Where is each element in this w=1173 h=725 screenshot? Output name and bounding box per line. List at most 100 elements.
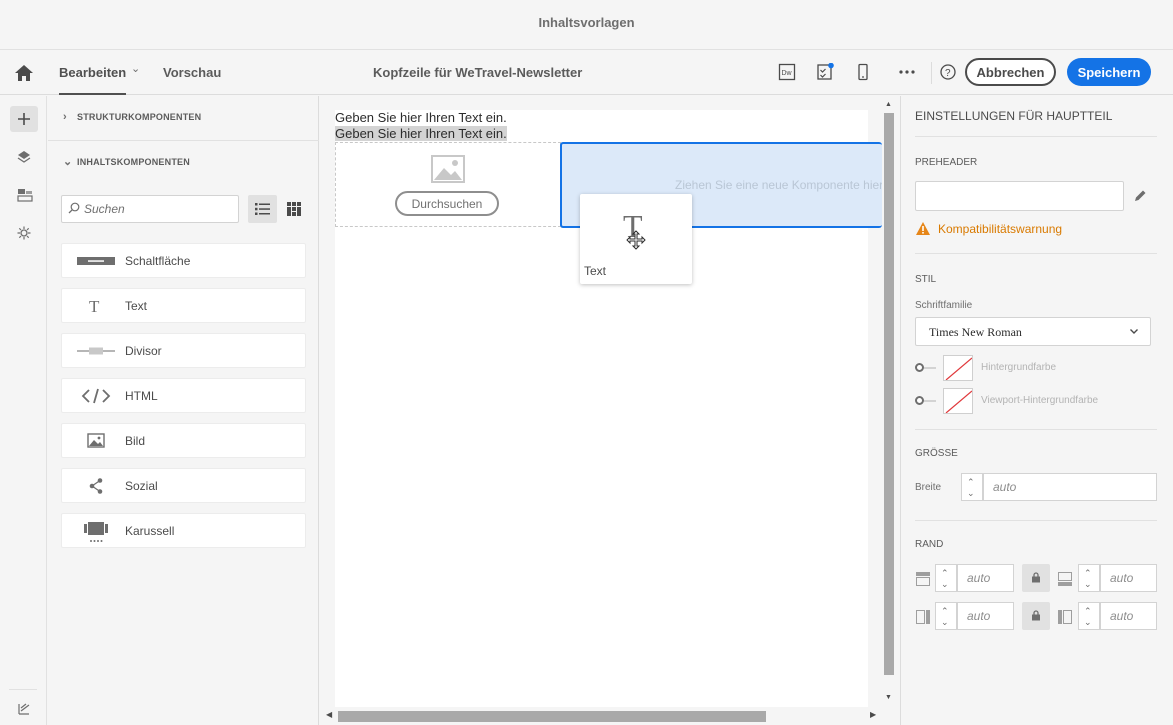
browse-button[interactable]: Durchsuchen — [395, 191, 499, 216]
preheader-input[interactable] — [915, 181, 1124, 211]
move-cursor-icon — [626, 230, 646, 250]
margin-bottom-icon — [1058, 572, 1072, 586]
background-color-swatch[interactable] — [943, 355, 973, 381]
scroll-down-icon[interactable]: ▼ — [885, 694, 892, 701]
chevron-down-icon: ⌄ — [63, 156, 73, 168]
text-block[interactable]: Geben Sie hier Ihren Text ein. — [335, 110, 507, 125]
dreamweaver-icon[interactable]: Dw — [778, 63, 796, 81]
horizontal-scroll-thumb[interactable] — [338, 711, 766, 722]
share-icon — [76, 477, 116, 495]
viewport-background-label: Viewport-Hintergrundfarbe — [981, 395, 1099, 406]
font-family-select[interactable]: Times New Roman — [915, 317, 1151, 346]
component-button[interactable]: Schaltfläche — [61, 243, 306, 278]
margin-lock-horizontal[interactable] — [1022, 602, 1050, 630]
grid-view-toggle[interactable] — [281, 195, 307, 223]
search-input[interactable] — [61, 195, 239, 223]
margin-top-input[interactable] — [957, 564, 1014, 592]
settings-icon[interactable] — [10, 220, 38, 246]
settings-panel: EINSTELLUNGEN FÜR HAUPTTEIL PREHEADER Ko… — [900, 96, 1173, 725]
rail-divider — [9, 689, 37, 690]
document-title: Kopfzeile für WeTravel-Newsletter — [373, 65, 583, 80]
margin-top-icon — [916, 572, 930, 586]
margin-right-input[interactable] — [1100, 602, 1157, 630]
component-image[interactable]: Bild — [61, 423, 306, 458]
content-section-header[interactable]: ⌄ INHALTSKOMPONENTEN — [63, 152, 190, 172]
component-social[interactable]: Sozial — [61, 468, 306, 503]
width-stepper[interactable]: ⌃ ⌄ — [961, 473, 983, 501]
preheader-label: PREHEADER — [915, 157, 978, 168]
viewport-background-toggle[interactable] — [915, 396, 937, 406]
dragged-component-text[interactable]: T Text — [580, 194, 692, 284]
drop-hint: Ziehen Sie eine neue Komponente hierher — [675, 178, 882, 192]
chevron-right-icon: › — [63, 111, 67, 123]
vertical-scroll-thumb[interactable] — [884, 113, 894, 675]
add-icon[interactable] — [10, 106, 38, 132]
margin-lock-vertical[interactable] — [1022, 564, 1050, 592]
background-color-label: Hintergrundfarbe — [981, 362, 1057, 373]
text-icon: T — [76, 297, 116, 316]
layers-icon[interactable] — [10, 144, 38, 170]
fragments-icon[interactable] — [10, 182, 38, 208]
margin-bottom-input[interactable] — [1100, 564, 1157, 592]
grid-view-icon — [287, 202, 301, 216]
cancel-button[interactable]: Abbrechen — [965, 58, 1056, 86]
size-label: GRÖSSE — [915, 448, 958, 459]
lock-icon — [1032, 610, 1040, 621]
viewport-background-swatch[interactable] — [943, 388, 973, 414]
component-carousel[interactable]: Karussell — [61, 513, 306, 548]
carousel-icon — [76, 522, 116, 542]
margin-right-icon — [1058, 610, 1072, 624]
section-divider — [48, 140, 319, 141]
margin-label: RAND — [915, 539, 944, 550]
margin-left-icon — [916, 610, 930, 624]
svg-text:Dw: Dw — [782, 70, 793, 77]
width-input[interactable] — [983, 473, 1157, 501]
svg-text:T: T — [89, 297, 100, 315]
help-icon[interactable]: ? — [939, 63, 957, 81]
component-divider[interactable]: Divisor — [61, 333, 306, 368]
component-html[interactable]: HTML — [61, 378, 306, 413]
margin-right-stepper[interactable]: ⌃ ⌄ — [1078, 602, 1100, 630]
divider — [915, 429, 1157, 430]
window-title: Inhaltsvorlagen — [0, 0, 1173, 50]
button-icon — [76, 252, 116, 270]
scroll-up-icon[interactable]: ▲ — [885, 101, 892, 108]
search-icon — [68, 202, 80, 214]
list-view-icon — [255, 203, 270, 215]
more-icon[interactable] — [898, 63, 916, 81]
compatibility-warning[interactable]: Kompatibilitätswarnung — [938, 222, 1062, 236]
width-label: Breite — [915, 482, 942, 493]
style-label: STIL — [915, 274, 937, 285]
mobile-icon[interactable] — [854, 63, 872, 81]
chevron-down-icon[interactable]: ⌄ — [131, 62, 140, 75]
learn-icon[interactable] — [10, 696, 38, 722]
tab-edit[interactable]: Bearbeiten — [59, 50, 127, 95]
home-icon[interactable] — [13, 63, 35, 83]
pencil-icon[interactable] — [1133, 189, 1147, 203]
font-family-label: Schriftfamilie — [915, 300, 973, 311]
tab-preview[interactable]: Vorschau — [163, 50, 221, 95]
image-icon — [76, 432, 116, 450]
margin-bottom-stepper[interactable]: ⌃ ⌄ — [1078, 564, 1100, 592]
margin-top-stepper[interactable]: ⌃ ⌄ — [935, 564, 957, 592]
scroll-left-icon[interactable]: ◀ — [326, 710, 332, 719]
list-view-toggle[interactable] — [248, 195, 277, 223]
save-button[interactable]: Speichern — [1067, 58, 1151, 86]
margin-left-stepper[interactable]: ⌃ ⌄ — [935, 602, 957, 630]
background-color-toggle[interactable] — [915, 363, 937, 373]
settings-title: EINSTELLUNGEN FÜR HAUPTTEIL — [915, 109, 1113, 123]
margin-left-input[interactable] — [957, 602, 1014, 630]
toolbar-divider — [931, 62, 932, 84]
components-panel: › STRUKTURKOMPONENTEN ⌄ INHALTSKOMPONENTEN… — [48, 96, 319, 725]
text-block-selected[interactable]: Geben Sie hier Ihren Text ein. — [335, 126, 507, 141]
checklist-icon[interactable] — [816, 63, 834, 81]
warning-icon — [916, 222, 930, 235]
divider — [915, 136, 1157, 137]
scroll-right-icon[interactable]: ▶ — [870, 710, 876, 719]
structure-section-header[interactable]: › STRUKTURKOMPONENTEN — [63, 107, 201, 127]
image-icon — [431, 155, 465, 183]
left-rail — [0, 96, 47, 725]
chevron-down-icon — [1130, 329, 1138, 334]
component-text[interactable]: T Text — [61, 288, 306, 323]
divider — [915, 253, 1157, 254]
